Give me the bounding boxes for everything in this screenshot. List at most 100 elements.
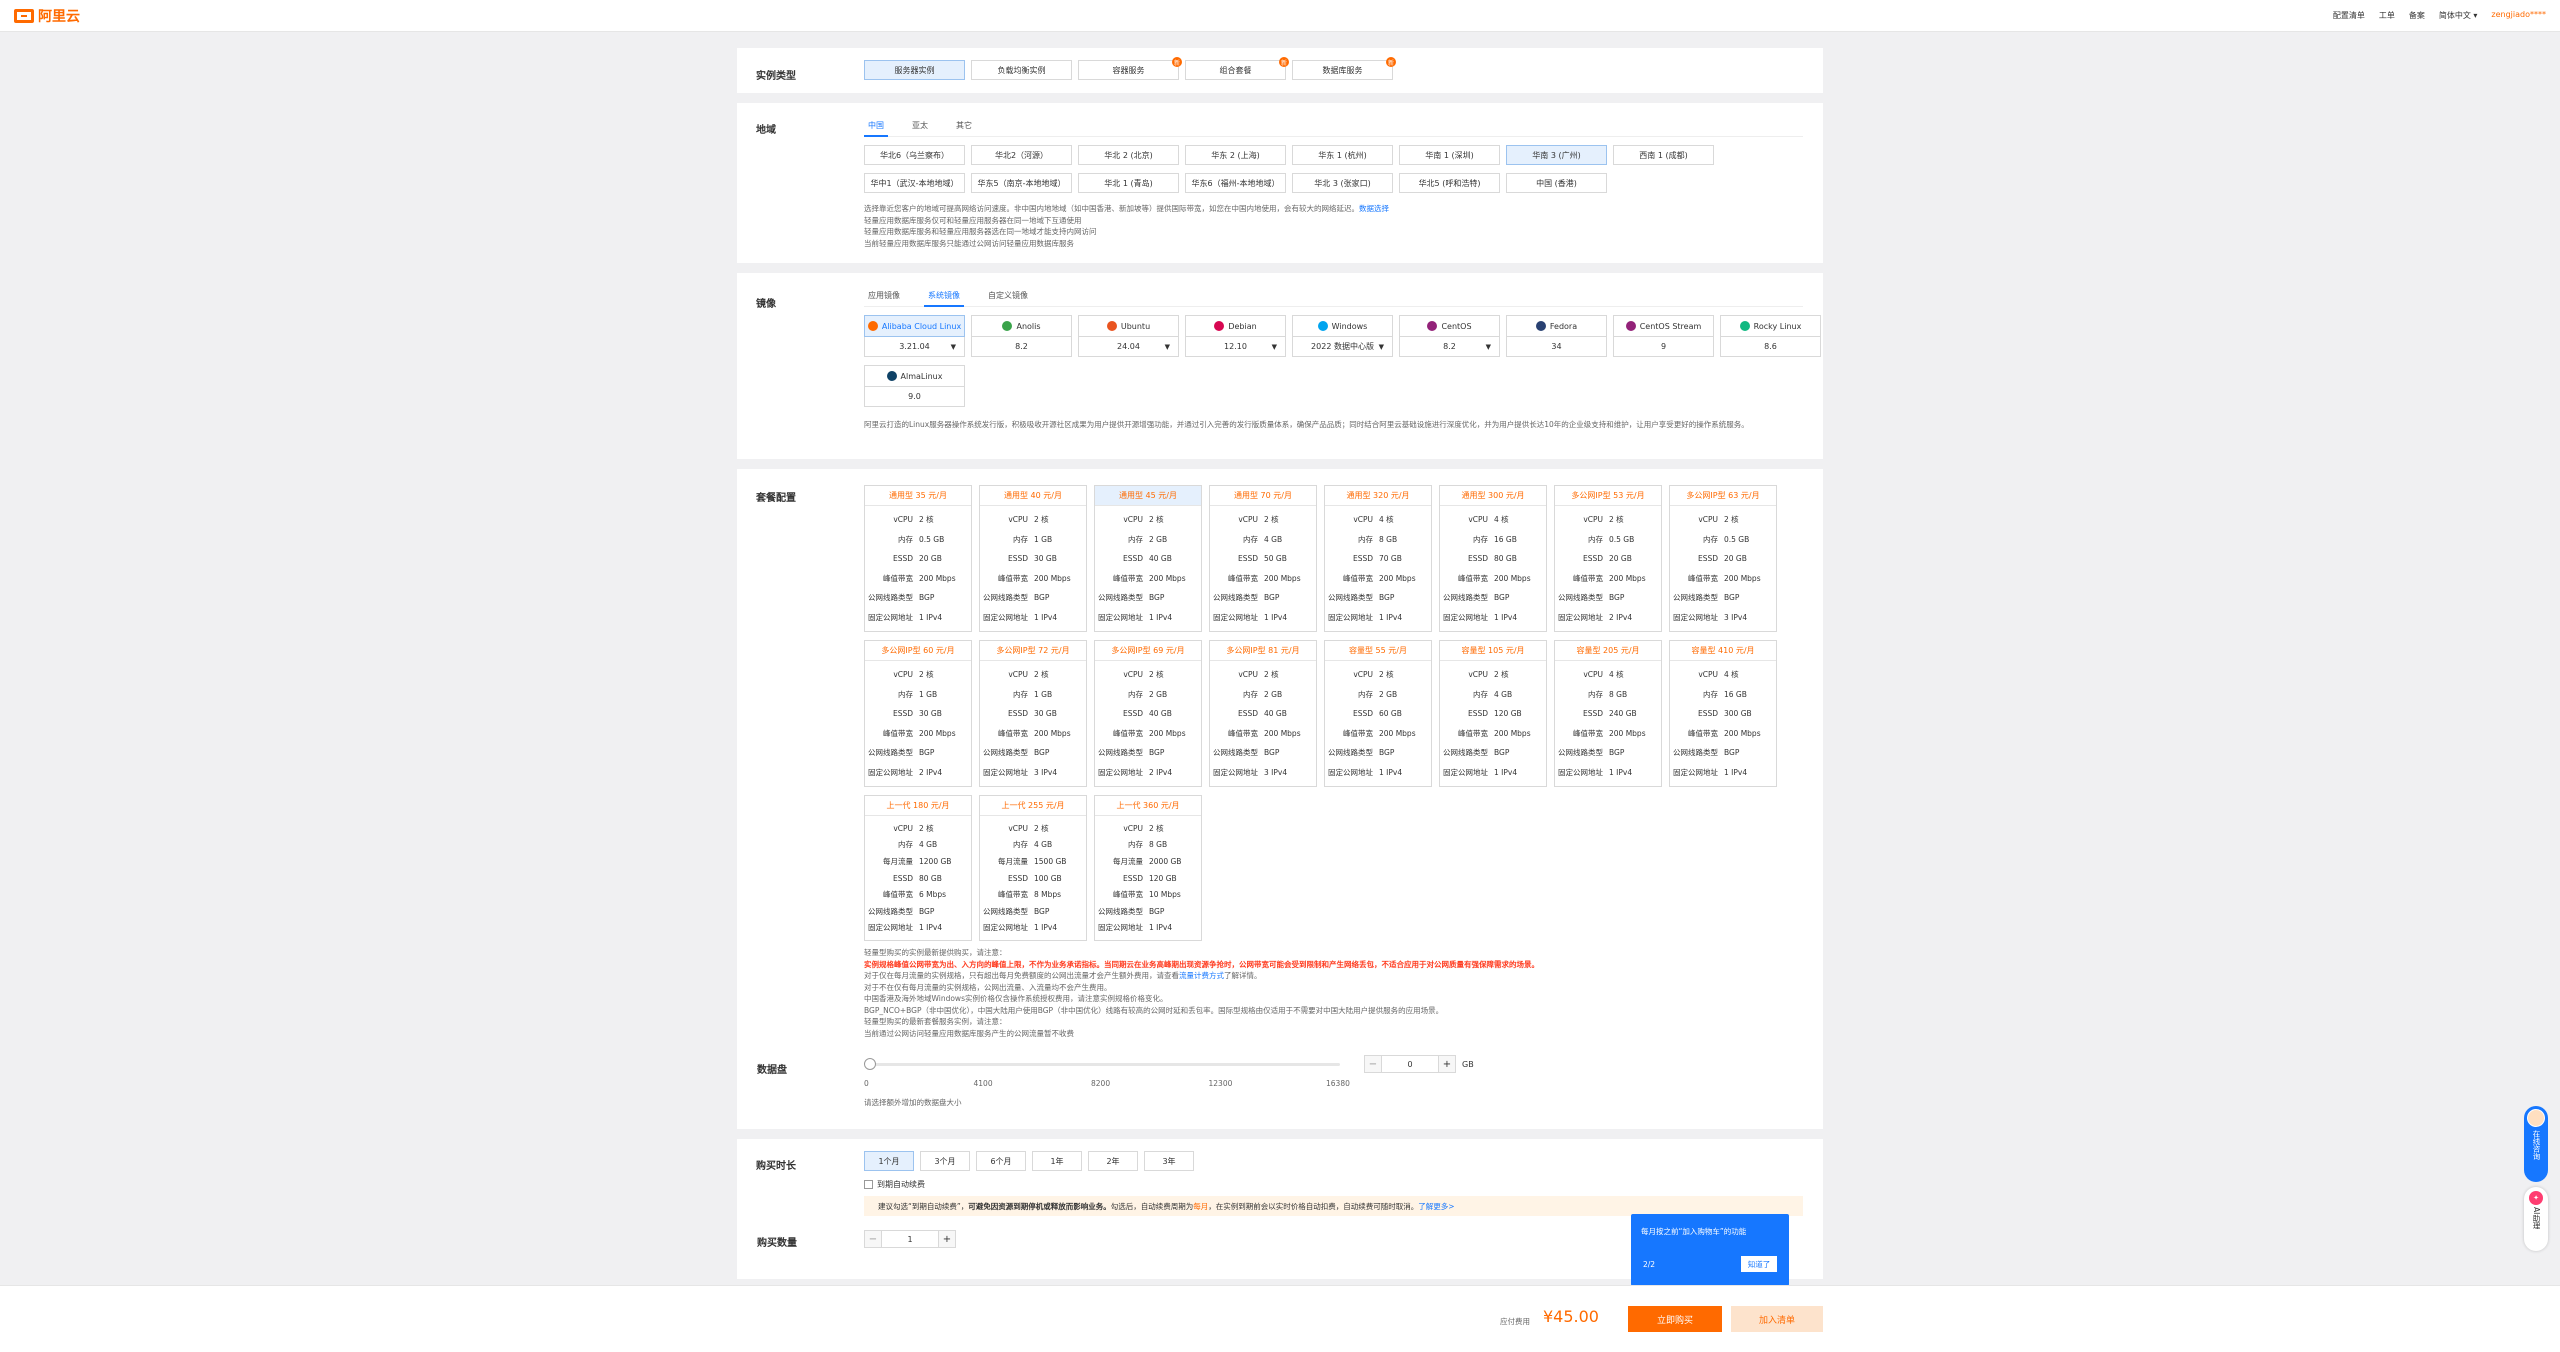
region-option[interactable]: 华东6（福州-本地地域） xyxy=(1185,173,1286,193)
image-option[interactable]: Ubuntu xyxy=(1078,315,1179,337)
plan-card[interactable]: 通用型 320 元/月 vCPU 4 核内存 8 GB ESSD 70 GB 峰值带宽 200… xyxy=(1324,485,1432,632)
user-account[interactable]: zengjiado**** xyxy=(2491,10,2546,21)
plan-card[interactable]: 通用型 70 元/月 vCPU 2 核内存 4 GB ESSD 50 GB 峰值带宽 200 … xyxy=(1209,485,1317,632)
image-card[interactable]: Windows 2022 数据中心版 ▼ xyxy=(1292,315,1393,357)
region-option[interactable]: 华南 3 (广州) xyxy=(1506,145,1607,165)
slider-track[interactable] xyxy=(870,1063,1340,1067)
image-version-select[interactable]: 24.04 ▼ xyxy=(1078,337,1179,357)
plan-card[interactable]: 通用型 35 元/月 vCPU 2 核内存 0.5 GB ESSD 20 GB 峰值带宽 20… xyxy=(864,485,972,632)
plan-card[interactable]: 容量型 55 元/月 vCPU 2 核内存 2 GB ESSD 60 GB 峰值带宽 200 … xyxy=(1324,640,1432,787)
disk-slider[interactable]: 0 4100 8200 12300 16380 − 0 + GB xyxy=(864,1055,1803,1105)
plan-card[interactable]: 上一代 180 元/月 vCPU 2 核内存 4 GB 每月流量 1200 GB ESSD 8… xyxy=(864,795,972,942)
duration-option[interactable]: 3个月 xyxy=(920,1151,970,1171)
plan-card[interactable]: 多公网IP型 69 元/月 vCPU 2 核内存 2 GB ESSD 40 GB 峰值带宽 2… xyxy=(1094,640,1202,787)
add-to-list-button[interactable]: 加入清单 xyxy=(1731,1306,1823,1332)
image-option[interactable]: Debian xyxy=(1185,315,1286,337)
online-consult-button[interactable]: 在线咨询 xyxy=(2524,1106,2548,1182)
region-option[interactable]: 西南 1 (成都) xyxy=(1613,145,1714,165)
plan-card[interactable]: 容量型 410 元/月 vCPU 4 核内存 16 GB ESSD 300 GB 峰值带宽 2… xyxy=(1669,640,1777,787)
region-option[interactable]: 华北2（河源） xyxy=(971,145,1072,165)
image-card[interactable]: Anolis 8.2 xyxy=(971,315,1072,357)
plan-card[interactable]: 多公网IP型 63 元/月 vCPU 2 核内存 0.5 GB ESSD 20 GB 峰值带… xyxy=(1669,485,1777,632)
duration-option[interactable]: 2年 xyxy=(1088,1151,1138,1171)
nav-ticket[interactable]: 工单 xyxy=(2379,10,2395,21)
quantity-input[interactable]: 1 xyxy=(882,1230,938,1248)
plan-card[interactable]: 通用型 45 元/月 vCPU 2 核内存 2 GB ESSD 40 GB 峰值带宽 200 … xyxy=(1094,485,1202,632)
instance-type-option[interactable]: 组合套餐新 xyxy=(1185,57,1289,80)
region-option[interactable]: 华北5 (呼和浩特) xyxy=(1399,173,1500,193)
duration-option[interactable]: 3年 xyxy=(1144,1151,1194,1171)
duration-option[interactable]: 6个月 xyxy=(976,1151,1026,1171)
duration-option[interactable]: 1个月 xyxy=(864,1151,914,1171)
plan-card[interactable]: 多公网IP型 60 元/月 vCPU 2 核内存 1 GB ESSD 30 GB 峰值带宽 2… xyxy=(864,640,972,787)
plan-card[interactable]: 上一代 360 元/月 vCPU 2 核内存 8 GB 每月流量 2000 GB ESSD 1… xyxy=(1094,795,1202,942)
quantity-minus-button[interactable]: − xyxy=(864,1230,882,1248)
image-tab[interactable]: 系统镜像 xyxy=(924,289,964,307)
nav-config-list[interactable]: 配置清单 xyxy=(2333,10,2365,21)
region-option[interactable]: 华东 2 (上海) xyxy=(1185,145,1286,165)
region-option[interactable]: 华中1（武汉-本地地域） xyxy=(864,173,965,193)
instance-type-option[interactable]: 负载均衡实例 xyxy=(971,60,1072,80)
image-option[interactable]: CentOS Stream xyxy=(1613,315,1714,337)
image-version-select[interactable]: 3.21.04 ▼ xyxy=(864,337,965,357)
auto-renew-checkbox[interactable] xyxy=(864,1180,873,1189)
nav-language[interactable]: 简体中文 ▾ xyxy=(2439,10,2478,21)
image-card[interactable]: Debian 12.10 ▼ xyxy=(1185,315,1286,357)
image-option[interactable]: Windows xyxy=(1292,315,1393,337)
image-option[interactable]: Fedora xyxy=(1506,315,1607,337)
region-option[interactable]: 华北6（乌兰察布） xyxy=(864,145,965,165)
plan-card[interactable]: 容量型 105 元/月 vCPU 2 核内存 4 GB ESSD 120 GB 峰值带宽 20… xyxy=(1439,640,1547,787)
plan-card[interactable]: 多公网IP型 72 元/月 vCPU 2 核内存 1 GB ESSD 30 GB 峰值带宽 2… xyxy=(979,640,1087,787)
region-option[interactable]: 华东5（南京-本地地域） xyxy=(971,173,1072,193)
plan-card[interactable]: 多公网IP型 53 元/月 vCPU 2 核内存 0.5 GB ESSD 20 GB 峰值带… xyxy=(1554,485,1662,632)
image-card[interactable]: Ubuntu 24.04 ▼ xyxy=(1078,315,1179,357)
image-option[interactable]: AlmaLinux xyxy=(864,365,965,387)
image-option[interactable]: Anolis xyxy=(971,315,1072,337)
image-card[interactable]: AlmaLinux 9.0 xyxy=(864,365,965,407)
ai-assistant-button[interactable]: ✦ AI助理 xyxy=(2524,1187,2548,1251)
buy-now-button[interactable]: 立即购买 xyxy=(1628,1306,1722,1332)
image-card[interactable]: Fedora 34 xyxy=(1506,315,1607,357)
plan-card[interactable]: 容量型 205 元/月 vCPU 4 核内存 8 GB ESSD 240 GB 峰值带宽 20… xyxy=(1554,640,1662,787)
image-option[interactable]: Alibaba Cloud Linux xyxy=(864,315,965,337)
aliyun-logo[interactable]: 阿里云 xyxy=(14,7,80,25)
image-card[interactable]: Rocky Linux 8.6 xyxy=(1720,315,1821,357)
region-option[interactable]: 华东 1 (杭州) xyxy=(1292,145,1393,165)
popover-ok-button[interactable]: 知道了 xyxy=(1741,1256,1777,1272)
region-option[interactable]: 华北 2 (北京) xyxy=(1078,145,1179,165)
region-tab[interactable]: 亚太 xyxy=(908,119,932,137)
image-option[interactable]: Rocky Linux xyxy=(1720,315,1821,337)
slider-handle[interactable] xyxy=(864,1058,876,1071)
image-option[interactable]: CentOS xyxy=(1399,315,1500,337)
plan-card[interactable]: 通用型 40 元/月 vCPU 2 核内存 1 GB ESSD 30 GB 峰值带宽 200 … xyxy=(979,485,1087,632)
instance-type-option[interactable]: 数据库服务新 xyxy=(1292,57,1396,80)
region-option[interactable]: 中国 (香港) xyxy=(1506,173,1607,193)
quantity-plus-button[interactable]: + xyxy=(938,1230,956,1248)
disk-plus-button[interactable]: + xyxy=(1438,1055,1456,1074)
image-card[interactable]: CentOS 8.2 ▼ xyxy=(1399,315,1500,357)
region-tab[interactable]: 其它 xyxy=(952,119,976,137)
data-select-link[interactable]: 数据选择 xyxy=(1359,204,1389,213)
image-version-select[interactable]: 8.2 ▼ xyxy=(1399,337,1500,357)
image-tab[interactable]: 自定义镜像 xyxy=(984,289,1032,307)
plan-card[interactable]: 多公网IP型 81 元/月 vCPU 2 核内存 2 GB ESSD 40 GB 峰值带宽 2… xyxy=(1209,640,1317,787)
plan-card[interactable]: 上一代 255 元/月 vCPU 2 核内存 4 GB 每月流量 1500 GB ESSD 1… xyxy=(979,795,1087,942)
image-version-select[interactable]: 12.10 ▼ xyxy=(1185,337,1286,357)
region-option[interactable]: 华北 3 (张家口) xyxy=(1292,173,1393,193)
nav-record[interactable]: 备案 xyxy=(2409,10,2425,21)
disk-minus-button[interactable]: − xyxy=(1364,1055,1382,1074)
instance-type-option[interactable]: 容器服务新 xyxy=(1078,57,1182,80)
auto-renew-row[interactable]: 到期自动续费 xyxy=(864,1179,1803,1190)
region-tab[interactable]: 中国 xyxy=(864,119,888,137)
disk-size-input[interactable]: 0 xyxy=(1382,1055,1438,1074)
image-tab[interactable]: 应用镜像 xyxy=(864,289,904,307)
image-card[interactable]: CentOS Stream 9 xyxy=(1613,315,1714,357)
region-option[interactable]: 华南 1 (深圳) xyxy=(1399,145,1500,165)
region-option[interactable]: 华北 1 (青岛) xyxy=(1078,173,1179,193)
instance-type-option[interactable]: 服务器实例 xyxy=(864,60,965,80)
image-version-select[interactable]: 2022 数据中心版 ▼ xyxy=(1292,337,1393,357)
traffic-billing-link[interactable]: 流量计费方式 xyxy=(1179,971,1224,980)
image-card[interactable]: Alibaba Cloud Linux 3.21.04 ▼ xyxy=(864,315,965,357)
plan-card[interactable]: 通用型 300 元/月 vCPU 4 核内存 16 GB ESSD 80 GB 峰值带宽 20… xyxy=(1439,485,1547,632)
duration-option[interactable]: 1年 xyxy=(1032,1151,1082,1171)
